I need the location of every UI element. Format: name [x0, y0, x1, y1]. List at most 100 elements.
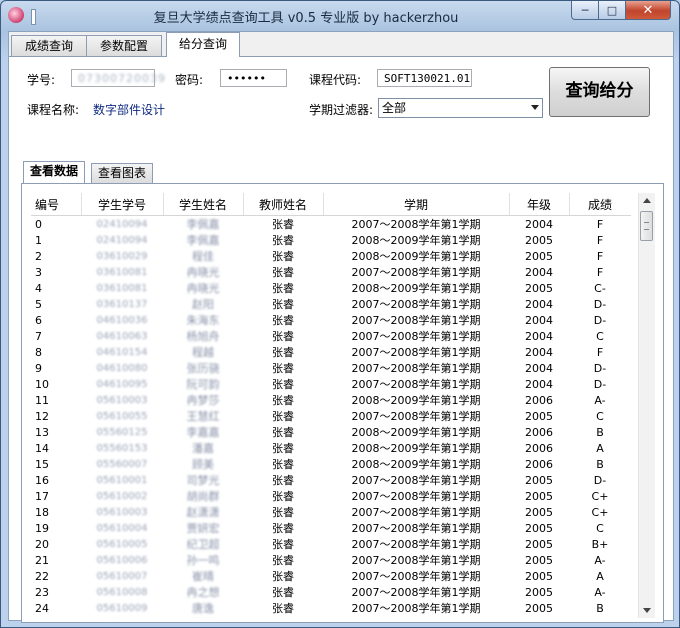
table-row[interactable]: 14 05560153 潘嘉 张睿 2008～2009学年第1学期 2006 A — [31, 440, 631, 456]
table-row[interactable]: 18 05610003 赵潇潇 张睿 2007～2008学年第1学期 2005 C+ — [31, 504, 631, 520]
table-cell: 13 — [35, 425, 49, 439]
table-row[interactable]: 23 05610008 冉之想 张睿 2007～2008学年第1学期 2005 A- — [31, 584, 631, 600]
table-row[interactable]: 0 02410094 李佩嘉 张睿 2007～2008学年第1学期 2004 F — [31, 216, 631, 233]
vertical-scrollbar[interactable] — [638, 193, 655, 618]
table-cell: 05560125 — [96, 426, 148, 438]
table-cell: 冉晓光 — [186, 282, 220, 295]
query-scores-button[interactable]: 查询给分 — [549, 67, 650, 117]
table-row[interactable]: 3 03610081 冉晓光 张睿 2007～2008学年第1学期 2004 F — [31, 264, 631, 280]
table-row[interactable]: 1 02410094 李佩嘉 张睿 2008～2009学年第1学期 2005 F — [31, 232, 631, 248]
table-cell: C- — [594, 281, 606, 295]
table-cell: 张睿 — [272, 298, 294, 311]
table-cell: 2007～2008学年第1学期 — [351, 218, 481, 231]
table-row[interactable]: 10 04610095 阮可韵 张睿 2007～2008学年第1学期 2004 D- — [31, 376, 631, 392]
window-title: 复旦大学绩点查询工具 v0.5 专业版 by hackerzhou — [153, 11, 459, 26]
table-row[interactable]: 20 05610005 纪卫超 张睿 2007～2008学年第1学期 2005 B+ — [31, 536, 631, 552]
table-cell: 朱海东 — [186, 314, 220, 327]
table-row[interactable]: 9 04610080 张历骁 张睿 2007～2008学年第1学期 2004 D- — [31, 360, 631, 376]
table-cell: 吴哲 — [163, 616, 243, 618]
student-id-input[interactable]: 07300720039 — [71, 69, 165, 87]
table-row[interactable]: 19 05610004 贾妍宏 张睿 2007～2008学年第1学期 2005 C — [31, 520, 631, 536]
table-row[interactable]: 4 03610081 冉晓光 张睿 2008～2009学年第1学期 2005 C- — [31, 280, 631, 296]
table-cell: 04610080 — [96, 362, 148, 374]
table-cell: 2005 — [525, 537, 553, 551]
close-button[interactable]: ✕ — [625, 1, 671, 20]
table-row[interactable]: 7 04610063 杨旭舟 张睿 2007～2008学年第1学期 2004 C — [31, 328, 631, 344]
table-cell: 张睿 — [243, 616, 323, 618]
sub-tabs: 查看数据 查看图表 — [21, 161, 661, 183]
table-cell: 2007～2008学年第1学期 — [323, 616, 509, 618]
course-code-input[interactable]: SOFT130021.01 — [377, 69, 472, 87]
minimize-button[interactable]: ─ — [571, 1, 599, 20]
table-cell: 张睿 — [272, 586, 294, 599]
table-cell: A- — [594, 585, 606, 599]
table-row[interactable]: 15 05560007 顾美 张睿 2008～2009学年第1学期 2006 B — [31, 456, 631, 472]
table-cell: 18 — [35, 505, 49, 519]
table-cell: 张睿 — [272, 266, 294, 279]
maximize-button[interactable]: □ — [598, 1, 626, 20]
table-cell: C — [596, 409, 604, 423]
table-row[interactable]: 24 05610009 唐逸 张睿 2007～2008学年第1学期 2005 B — [31, 600, 631, 616]
table-row[interactable]: 5 03610137 赵阳 张睿 2007～2008学年第1学期 2004 D- — [31, 296, 631, 312]
tab-view-data[interactable]: 查看数据 — [23, 161, 86, 183]
tab-score-query[interactable]: 给分查询 — [166, 32, 240, 57]
column-header[interactable]: 编号 — [31, 193, 82, 216]
table-row[interactable]: 2505610010吴哲张睿2007～2008学年第1学期2005A- — [31, 616, 631, 619]
column-header[interactable]: 学期 — [323, 193, 510, 216]
table-cell: 05610003 — [96, 394, 148, 406]
table-cell: 2005 — [509, 616, 569, 619]
scroll-down-icon[interactable] — [643, 608, 651, 613]
table-row[interactable]: 21 05610006 孙一鸣 张睿 2007～2008学年第1学期 2005 A- — [31, 552, 631, 568]
table-cell: 21 — [35, 553, 49, 567]
table-cell: B — [596, 601, 604, 615]
tab-view-chart[interactable]: 查看图表 — [91, 163, 154, 183]
title-bar[interactable]: 复旦大学绩点查询工具 v0.5 专业版 by hackerzhou ─ □ ✕ — [1, 1, 679, 29]
table-cell: 05610009 — [96, 602, 148, 614]
table-cell: 05610005 — [96, 538, 148, 550]
term-filter-select[interactable]: 全部 — [378, 98, 543, 118]
scroll-up-icon[interactable] — [643, 198, 651, 203]
password-input[interactable]: •••••• — [220, 69, 287, 87]
column-header[interactable]: 学生姓名 — [163, 193, 244, 216]
table-row[interactable]: 12 05610055 王慧红 张睿 2007～2008学年第1学期 2005 C — [31, 408, 631, 424]
table-cell: 张睿 — [272, 378, 294, 391]
table-row[interactable]: 16 05610001 司梦光 张睿 2007～2008学年第1学期 2005 D- — [31, 472, 631, 488]
course-name-label: 课程名称: — [27, 103, 80, 117]
table-cell: 张睿 — [272, 442, 294, 455]
table-cell: 12 — [35, 409, 49, 423]
table-row[interactable]: 11 05610003 冉梦莎 张睿 2008～2009学年第1学期 2006 A- — [31, 392, 631, 408]
table-cell: 3 — [35, 265, 42, 279]
table-cell: A- — [569, 616, 631, 619]
table-row[interactable]: 13 05560125 李嘉嘉 张睿 2008～2009学年第1学期 2006 B — [31, 424, 631, 440]
tab-grade-query[interactable]: 成绩查询 — [11, 35, 87, 56]
column-header[interactable]: 成绩 — [569, 193, 631, 216]
scroll-thumb[interactable] — [640, 211, 653, 241]
column-header[interactable]: 年级 — [509, 193, 570, 216]
table-cell: 25 — [31, 616, 81, 619]
table-cell: 李嘉嘉 — [186, 426, 220, 439]
table-row[interactable]: 2 03610029 程佳 张睿 2008～2009学年第1学期 2005 F — [31, 248, 631, 264]
table-cell: 8 — [35, 345, 42, 359]
table-row[interactable]: 8 04610154 程越 张睿 2007～2008学年第1学期 2004 F — [31, 344, 631, 360]
table-cell: C — [596, 329, 604, 343]
table-cell: 纪卫超 — [186, 538, 220, 551]
table-cell: 20 — [35, 537, 49, 551]
score-query-panel: 学号: 07300720039 密码: •••••• 课程代码: SOFT130… — [9, 57, 673, 623]
column-header[interactable]: 教师姓名 — [243, 193, 324, 216]
table-cell: 05610001 — [96, 474, 148, 486]
column-header[interactable]: 学生学号 — [81, 193, 164, 216]
table-cell: 05560153 — [96, 442, 148, 454]
table-cell: 2005 — [525, 233, 553, 247]
table-cell: 张睿 — [272, 314, 294, 327]
table-cell: 2004 — [525, 377, 553, 391]
data-grid[interactable]: 编号 学生学号 学生姓名 教师姓名 学期 年级 成绩 0 02410094 李佩嘉张… — [31, 193, 631, 618]
table-row[interactable]: 22 05610007 崔晴 张睿 2007～2008学年第1学期 2005 A — [31, 568, 631, 584]
table-row[interactable]: 17 05610002 胡尚群 张睿 2007～2008学年第1学期 2005 C+ — [31, 488, 631, 504]
table-cell: 05610004 — [96, 522, 148, 534]
table-cell: 李佩嘉 — [186, 234, 220, 247]
table-cell: 2007～2008学年第1学期 — [351, 554, 481, 567]
table-row[interactable]: 6 04610036 朱海东 张睿 2007～2008学年第1学期 2004 D- — [31, 312, 631, 328]
table-cell: 2004 — [525, 361, 553, 375]
table-cell: 2007～2008学年第1学期 — [351, 346, 481, 359]
tab-settings[interactable]: 参数配置 — [86, 35, 162, 56]
